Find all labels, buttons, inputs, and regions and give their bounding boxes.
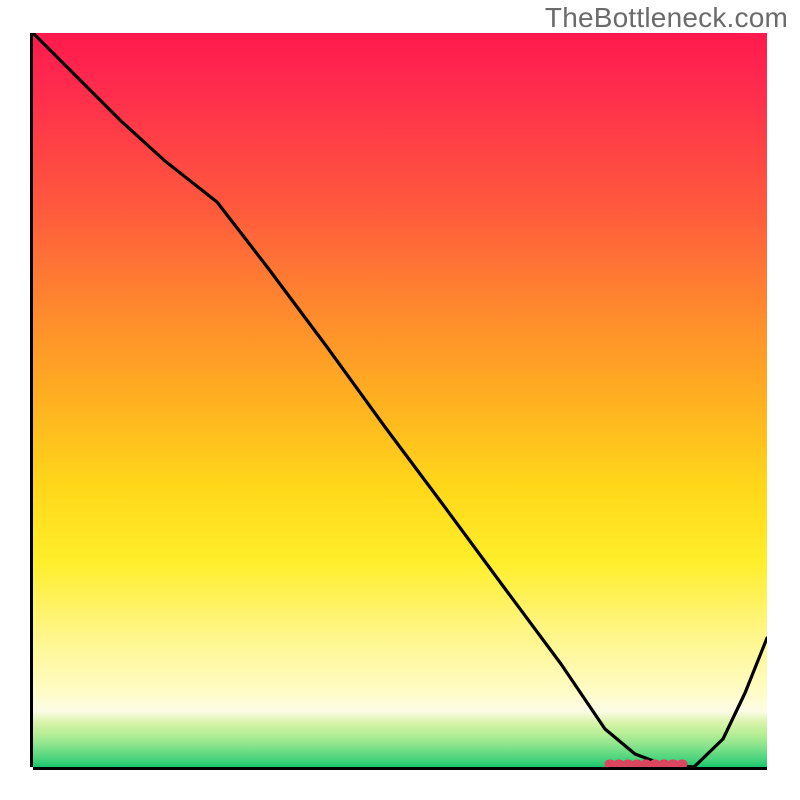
chart-frame: TheBottleneck.com (0, 0, 800, 800)
bottleneck-curve (33, 33, 767, 767)
chart-overlay (33, 33, 767, 767)
plot-area (33, 33, 767, 767)
x-axis-line (33, 767, 767, 770)
watermark-text: TheBottleneck.com (545, 2, 788, 34)
y-axis-line (30, 33, 33, 767)
